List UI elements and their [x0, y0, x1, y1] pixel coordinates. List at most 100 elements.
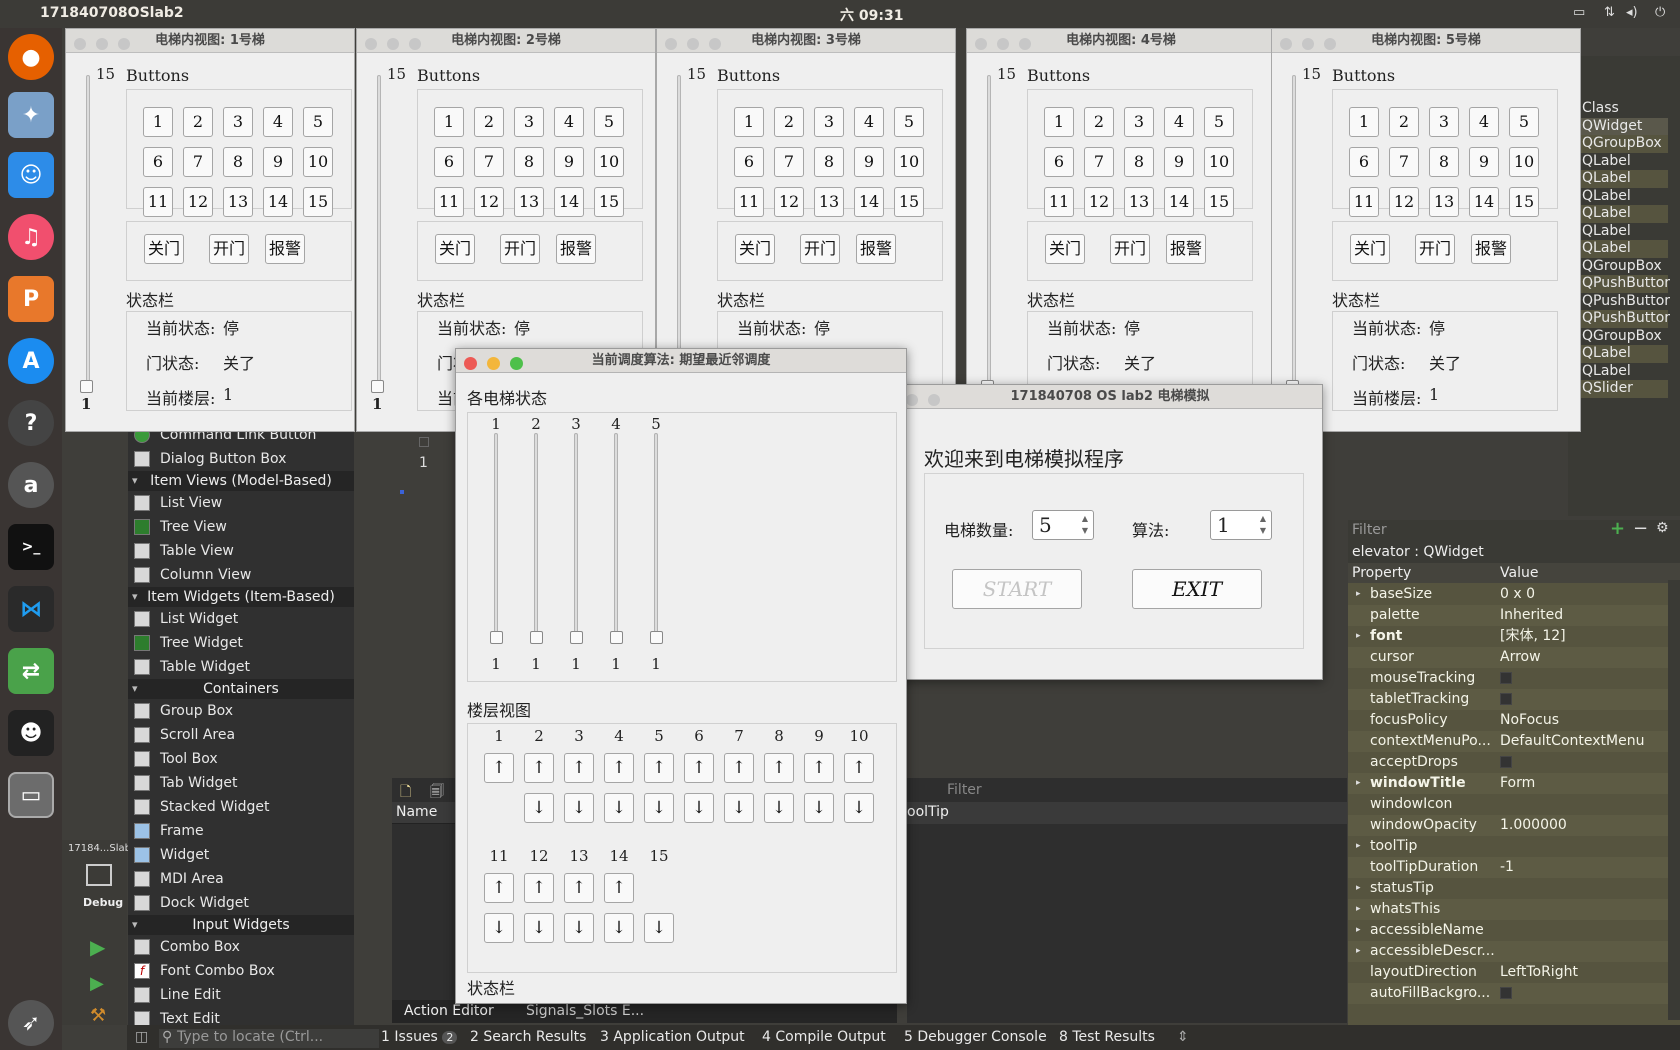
- down-button-floor-4[interactable]: ↓: [604, 793, 634, 823]
- class-row[interactable]: QLabel: [1578, 170, 1668, 188]
- floor-button-14[interactable]: 14: [1469, 187, 1499, 217]
- up-button-floor-3[interactable]: ↑: [564, 753, 594, 783]
- floor-button-2[interactable]: 2: [774, 107, 804, 137]
- floor-button-6[interactable]: 6: [143, 147, 173, 177]
- property-value[interactable]: LeftToRight: [1500, 962, 1578, 983]
- tab-issues[interactable]: 1 Issues 2: [381, 1029, 458, 1045]
- category-item-views[interactable]: Item Views (Model-Based): [128, 471, 354, 491]
- down-button-floor-3[interactable]: ↓: [564, 793, 594, 823]
- vscode-icon[interactable]: ⋈: [8, 586, 54, 632]
- property-row[interactable]: focusPolicy NoFocus: [1348, 710, 1668, 731]
- qq-icon[interactable]: ☻: [8, 710, 54, 756]
- elevator-slider-handle[interactable]: [490, 631, 503, 644]
- run-icon[interactable]: ▶: [90, 935, 105, 959]
- down-button-floor-10[interactable]: ↓: [844, 793, 874, 823]
- floor-button-4[interactable]: 4: [263, 107, 293, 137]
- floor-button-13[interactable]: 13: [223, 187, 253, 217]
- up-button-floor-8[interactable]: ↑: [764, 753, 794, 783]
- floor-button-3[interactable]: 3: [514, 107, 544, 137]
- checkbox[interactable]: [1500, 693, 1512, 705]
- floor-button-1[interactable]: 1: [734, 107, 764, 137]
- elevator-slider-handle[interactable]: [530, 631, 543, 644]
- pages-icon[interactable]: P: [8, 276, 54, 322]
- up-button-floor-10[interactable]: ↑: [844, 753, 874, 783]
- power-icon[interactable]: ⏻: [1655, 5, 1665, 20]
- property-value[interactable]: Arrow: [1500, 647, 1541, 668]
- floor-button-10[interactable]: 10: [594, 147, 624, 177]
- expand-arrow-icon[interactable]: ▸: [1356, 836, 1361, 857]
- floor-button-15[interactable]: 15: [894, 187, 924, 217]
- maximize-icon[interactable]: [510, 357, 523, 370]
- widget-scroll-area[interactable]: Scroll Area: [128, 724, 354, 746]
- floor-button-9[interactable]: 9: [854, 147, 884, 177]
- property-row[interactable]: windowIcon: [1348, 794, 1668, 815]
- maximize-icon[interactable]: [118, 38, 130, 50]
- close-door-button[interactable]: 关门: [1350, 234, 1390, 264]
- property-row[interactable]: autoFillBackgro...: [1348, 983, 1668, 1004]
- tab-test-results[interactable]: 8 Test Results: [1059, 1029, 1155, 1045]
- alarm-button[interactable]: 报警: [1471, 234, 1511, 264]
- remote-icon[interactable]: ⇄: [8, 648, 54, 694]
- widget-tree-view[interactable]: Tree View: [128, 516, 354, 538]
- floor-button-1[interactable]: 1: [143, 107, 173, 137]
- monitor-icon[interactable]: [86, 864, 112, 886]
- floor-button-13[interactable]: 13: [1429, 187, 1459, 217]
- floor-slider-handle[interactable]: [371, 380, 384, 393]
- down-button-floor-5[interactable]: ↓: [644, 793, 674, 823]
- floor-button-8[interactable]: 8: [814, 147, 844, 177]
- amazon-icon[interactable]: a: [8, 462, 54, 508]
- window-titlebar[interactable]: 电梯内视图: 5号梯: [1272, 29, 1580, 53]
- property-row[interactable]: palette Inherited: [1348, 605, 1668, 626]
- floor-button-14[interactable]: 14: [263, 187, 293, 217]
- floor-button-10[interactable]: 10: [894, 147, 924, 177]
- up-button-floor-14[interactable]: ↑: [604, 873, 634, 903]
- floor-button-13[interactable]: 13: [1124, 187, 1154, 217]
- exit-button[interactable]: EXIT: [1132, 569, 1262, 609]
- tooltip-column-header[interactable]: oolTip: [907, 804, 949, 820]
- floor-button-9[interactable]: 9: [263, 147, 293, 177]
- floor-button-11[interactable]: 11: [1044, 187, 1074, 217]
- floor-button-8[interactable]: 8: [223, 147, 253, 177]
- floor-button-12[interactable]: 12: [1084, 187, 1114, 217]
- expand-arrow-icon[interactable]: ▸: [1356, 584, 1361, 605]
- floor-button-5[interactable]: 5: [894, 107, 924, 137]
- property-column-header[interactable]: Property: [1352, 563, 1411, 583]
- up-button-floor-13[interactable]: ↑: [564, 873, 594, 903]
- expand-arrow-icon[interactable]: ▸: [1356, 941, 1361, 962]
- down-button-floor-12[interactable]: ↓: [524, 913, 554, 943]
- elevator-slider-track[interactable]: [534, 433, 538, 643]
- configure-icon[interactable]: ⚙: [1656, 520, 1669, 536]
- finder-icon[interactable]: ☺: [8, 152, 54, 198]
- window-titlebar[interactable]: 电梯内视图: 3号梯: [657, 29, 955, 53]
- expand-arrow-icon[interactable]: ▸: [1356, 920, 1361, 941]
- property-value[interactable]: 0 x 0: [1500, 584, 1535, 605]
- floor-button-9[interactable]: 9: [1164, 147, 1194, 177]
- floor-button-3[interactable]: 3: [223, 107, 253, 137]
- class-row[interactable]: QPushButtor: [1578, 293, 1670, 311]
- floor-button-3[interactable]: 3: [1124, 107, 1154, 137]
- keyboard-icon[interactable]: ▭: [1573, 5, 1585, 20]
- floor-button-7[interactable]: 7: [1084, 147, 1114, 177]
- property-value[interactable]: Form: [1500, 773, 1535, 794]
- floor-button-6[interactable]: 6: [734, 147, 764, 177]
- widget-tree-widget[interactable]: Tree Widget: [128, 632, 354, 654]
- category-input-widgets[interactable]: Input Widgets: [128, 915, 354, 935]
- widget-combo-box[interactable]: Combo Box: [128, 936, 354, 958]
- down-button-floor-14[interactable]: ↓: [604, 913, 634, 943]
- down-button-floor-6[interactable]: ↓: [684, 793, 714, 823]
- floor-button-5[interactable]: 5: [594, 107, 624, 137]
- class-row[interactable]: QLabel: [1578, 345, 1668, 363]
- widget-tool-box[interactable]: Tool Box: [128, 748, 354, 770]
- property-row[interactable]: ▸ statusTip: [1348, 878, 1668, 899]
- widget-table-view[interactable]: Table View: [128, 540, 354, 562]
- widget-column-view[interactable]: Column View: [128, 564, 354, 586]
- tab-action-editor[interactable]: Action Editor: [404, 1003, 494, 1019]
- main-window-titlebar[interactable]: 171840708 OS lab2 电梯模拟: [898, 385, 1322, 409]
- property-row[interactable]: ▸ accessibleDescr...: [1348, 941, 1668, 962]
- minimize-icon[interactable]: [928, 394, 940, 406]
- floor-button-14[interactable]: 14: [1164, 187, 1194, 217]
- alarm-button[interactable]: 报警: [556, 234, 596, 264]
- close-door-button[interactable]: 关门: [435, 234, 475, 264]
- open-door-button[interactable]: 开门: [500, 234, 540, 264]
- window-titlebar[interactable]: 电梯内视图: 1号梯: [66, 29, 354, 53]
